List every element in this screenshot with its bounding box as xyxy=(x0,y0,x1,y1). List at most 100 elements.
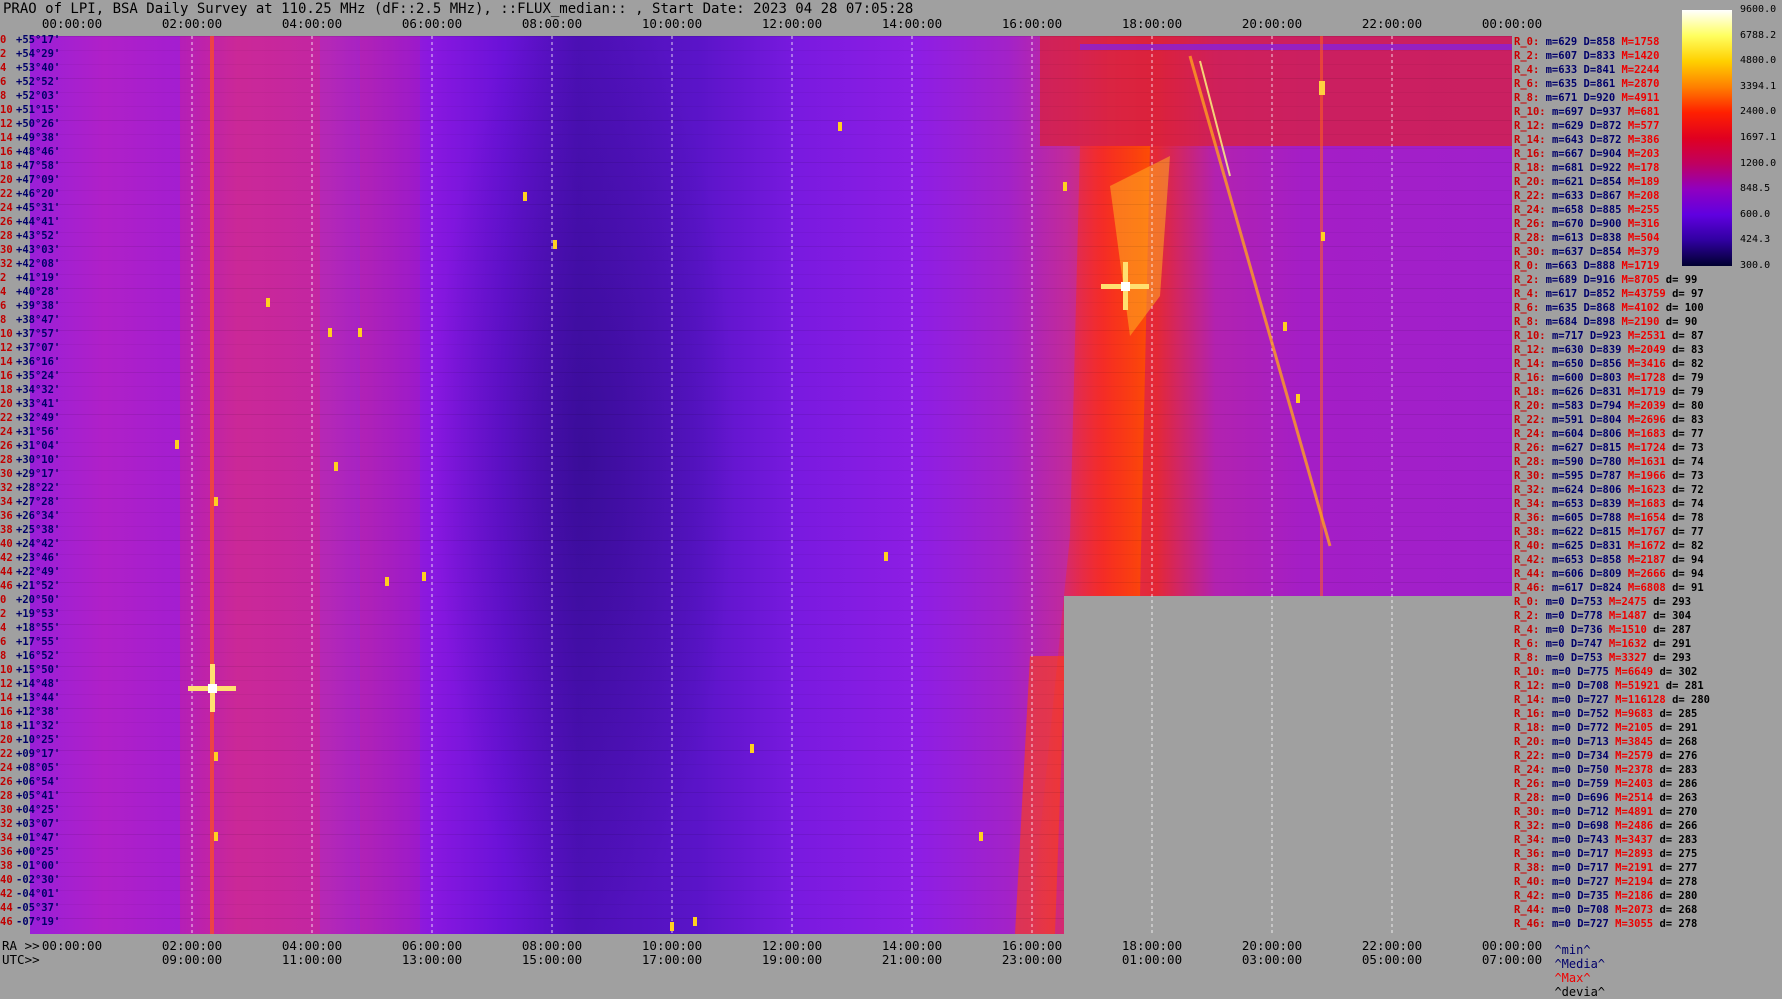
beam-name: R_22: xyxy=(1514,750,1552,762)
stat-min: m=681 xyxy=(1551,162,1590,174)
stat-min: m=0 xyxy=(1551,862,1578,874)
beam-index: 36 xyxy=(0,846,13,858)
dec-label: 2 +54°29' xyxy=(0,48,60,60)
beam-index: 20 xyxy=(0,174,13,186)
stat-median: D=717 xyxy=(1577,848,1616,860)
beam-index: 40 xyxy=(0,538,13,550)
stat-deviation xyxy=(1666,36,1672,48)
beam-stat-row: R_40: m=625 D=831 M=1672 d= 82 xyxy=(1514,540,1710,552)
dec-value: +01°47' xyxy=(16,832,61,844)
beam-name: R_24: xyxy=(1514,428,1552,440)
dec-label: 26 +31°04' xyxy=(0,440,60,452)
stat-deviation: d= 302 xyxy=(1659,666,1704,678)
dec-value: +55°17' xyxy=(16,34,61,46)
stat-deviation: d= 280 xyxy=(1659,890,1704,902)
beam-name: R_32: xyxy=(1514,484,1552,496)
stat-max: M=504 xyxy=(1627,232,1666,244)
beam-index: 28 xyxy=(0,454,13,466)
dec-value: +18°55' xyxy=(16,622,61,634)
stat-max: M=2870 xyxy=(1621,78,1666,90)
beam-name: R_8: xyxy=(1514,92,1546,104)
beam-name: R_14: xyxy=(1514,358,1552,370)
stat-max: M=1654 xyxy=(1627,512,1673,524)
beam-name: R_4: xyxy=(1514,624,1546,636)
beam-stat-row: R_4: m=617 D=852 M=43759 d= 97 xyxy=(1514,288,1710,300)
stat-min: m=653 xyxy=(1551,498,1590,510)
beam-index: 14 xyxy=(0,132,13,144)
dec-label: 46 -07°19' xyxy=(0,916,60,928)
stat-median: D=831 xyxy=(1589,386,1628,398)
stat-deviation: d= 77 xyxy=(1672,428,1711,440)
dec-label: 16 +12°38' xyxy=(0,706,60,718)
dec-label: 4 +18°55' xyxy=(0,622,60,634)
top-tick-label: 00:00:00 xyxy=(1481,16,1543,31)
stat-max: M=2514 xyxy=(1615,792,1660,804)
dec-value: +41°19' xyxy=(16,272,61,284)
stat-min: m=0 xyxy=(1551,778,1578,790)
beam-name: R_6: xyxy=(1514,302,1546,314)
stat-max: M=577 xyxy=(1627,120,1666,132)
beam-index: 6 xyxy=(0,300,7,312)
beam-name: R_6: xyxy=(1514,638,1546,650)
stat-deviation xyxy=(1666,64,1672,76)
beam-stat-row: R_28: m=0 D=696 M=2514 d= 263 xyxy=(1514,792,1704,804)
stat-deviation: d= 78 xyxy=(1672,512,1711,524)
stat-min: m=0 xyxy=(1551,876,1578,888)
beam-index: 34 xyxy=(0,496,13,508)
dec-value: +44°41' xyxy=(16,216,61,228)
beam-stat-row: R_4: m=633 D=841 M=2244 xyxy=(1514,64,1672,76)
stat-min: m=0 xyxy=(1551,722,1578,734)
dec-label: 32 +03°07' xyxy=(0,818,60,830)
stat-deviation: d= 94 xyxy=(1672,554,1711,566)
beam-name: R_38: xyxy=(1514,526,1552,538)
stat-deviation xyxy=(1666,204,1672,216)
beam-index: 34 xyxy=(0,832,13,844)
stat-median: D=815 xyxy=(1589,442,1628,454)
colorbar-tick-label: 848.5 xyxy=(1740,183,1771,195)
stat-max: M=3416 xyxy=(1627,358,1673,370)
dec-label: 20 +10°25' xyxy=(0,734,60,746)
stat-max: M=2403 xyxy=(1615,778,1660,790)
beam-name: R_16: xyxy=(1514,708,1552,720)
stat-deviation: d= 293 xyxy=(1653,596,1698,608)
stat-median: D=708 xyxy=(1577,680,1616,692)
stat-max: M=1487 xyxy=(1608,610,1654,622)
beam-stat-row: R_42: m=653 D=858 M=2187 d= 94 xyxy=(1514,554,1710,566)
bottom-utc-tick-label: 09:00:00 xyxy=(161,952,223,967)
dec-value: +17°55' xyxy=(16,636,61,648)
beam-index: 12 xyxy=(0,342,13,354)
dec-value: +06°54' xyxy=(16,776,61,788)
stat-max: M=43759 xyxy=(1621,288,1673,300)
stat-max: M=2187 xyxy=(1627,554,1673,566)
dec-label: 4 +40°28' xyxy=(0,286,60,298)
beam-name: R_2: xyxy=(1514,50,1546,62)
beam-stat-row: R_30: m=595 D=787 M=1966 d= 73 xyxy=(1514,470,1710,482)
dec-value: +37°07' xyxy=(16,342,61,354)
beam-stat-row: R_32: m=624 D=806 M=1623 d= 72 xyxy=(1514,484,1710,496)
beam-name: R_28: xyxy=(1514,456,1552,468)
beam-index: 10 xyxy=(0,328,13,340)
stat-max: M=51921 xyxy=(1615,680,1666,692)
beam-name: R_32: xyxy=(1514,820,1552,832)
dec-label: 22 +09°17' xyxy=(0,748,60,760)
dec-label: 42 -04°01' xyxy=(0,888,60,900)
stat-max: M=1719 xyxy=(1627,386,1673,398)
dec-value: +38°47' xyxy=(16,314,61,326)
stat-median: D=824 xyxy=(1589,582,1628,594)
dec-label: 6 +39°38' xyxy=(0,300,60,312)
dec-value: +31°04' xyxy=(16,440,61,452)
stat-deviation: d= 304 xyxy=(1653,610,1698,622)
beam-name: R_18: xyxy=(1514,162,1552,174)
beam-name: R_6: xyxy=(1514,78,1546,90)
beam-name: R_16: xyxy=(1514,372,1552,384)
beam-index: 30 xyxy=(0,804,13,816)
stat-median: D=854 xyxy=(1589,246,1628,258)
top-tick-label: 02:00:00 xyxy=(161,16,223,31)
stat-max: M=255 xyxy=(1627,204,1666,216)
beam-name: R_22: xyxy=(1514,190,1552,202)
stat-deviation: d= 94 xyxy=(1672,568,1711,580)
beam-index: 16 xyxy=(0,370,13,382)
stat-max: M=6808 xyxy=(1627,582,1673,594)
stat-median: D=806 xyxy=(1589,484,1628,496)
stat-median: D=708 xyxy=(1577,904,1616,916)
